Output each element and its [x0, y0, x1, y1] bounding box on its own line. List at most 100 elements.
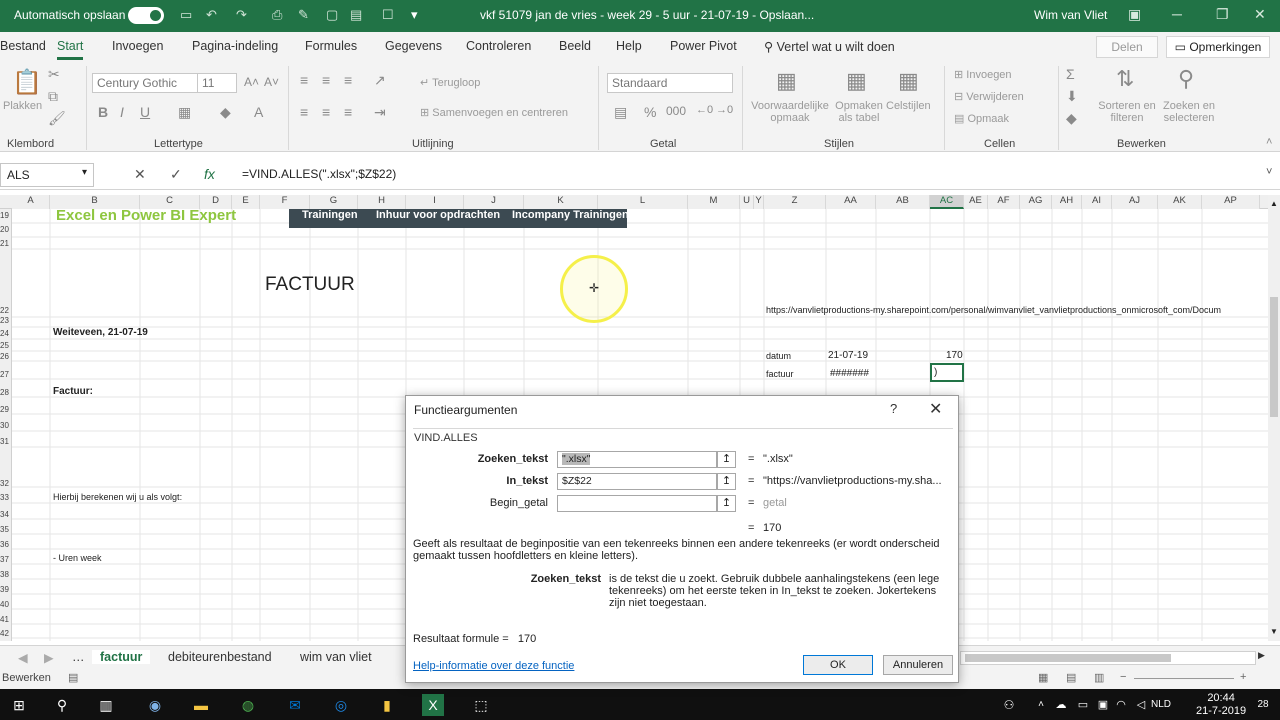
column-header[interactable]: U [740, 195, 754, 209]
language-indicator[interactable]: NLD [1148, 694, 1174, 716]
page-break-view-icon[interactable]: ▥ [1094, 671, 1104, 684]
row-header[interactable]: 25 [0, 341, 12, 350]
increase-decimal-icon[interactable]: ←0 [696, 104, 713, 116]
customize-qat-icon[interactable]: ▾ [411, 7, 418, 23]
row-header[interactable]: 32 [0, 479, 12, 488]
people-icon[interactable]: ⚇ [998, 694, 1020, 716]
row-header[interactable]: 21 [0, 239, 12, 248]
taskbar-app-icon[interactable]: ◉ [144, 694, 166, 716]
close-window-icon[interactable]: ✕ [1254, 6, 1266, 23]
hierbij-cell[interactable]: Hierbij berekenen wij u als volgt: [53, 492, 182, 502]
column-header[interactable]: J [464, 195, 524, 209]
italic-icon[interactable]: I [120, 104, 124, 120]
format-painter-qat-icon[interactable]: ✎ [298, 7, 309, 23]
tab-beeld[interactable]: Beeld [559, 39, 591, 53]
macro-record-icon[interactable]: ▤ [68, 671, 78, 684]
next-sheet-icon[interactable]: ▶ [44, 650, 54, 665]
minimize-icon[interactable]: ─ [1172, 6, 1182, 22]
row-header[interactable]: 28 [0, 388, 12, 397]
vertical-scroll-thumb[interactable] [1270, 297, 1278, 417]
column-header[interactable]: AG [1020, 195, 1052, 209]
tell-me-search[interactable]: ⚲ Vertel wat u wilt doen [764, 39, 895, 54]
copy-icon[interactable]: ⧉ [48, 88, 58, 105]
column-header[interactable]: L [598, 195, 688, 209]
delete-cells-button[interactable]: ⊟ Verwijderen [954, 90, 1024, 103]
column-header[interactable]: AC [930, 195, 964, 209]
windows-start-icon[interactable]: ⊞ [8, 694, 30, 716]
format-painter-icon[interactable]: 🖌 [48, 110, 66, 127]
column-header[interactable]: AA [826, 195, 876, 209]
chrome-icon[interactable]: ◍ [237, 694, 259, 716]
percent-icon[interactable]: % [644, 104, 656, 120]
scroll-down-icon[interactable]: ▼ [1270, 627, 1278, 636]
datum-label-cell[interactable]: datum [766, 351, 791, 361]
nav-item-inhuur[interactable]: Inhuur voor opdrachten [376, 209, 500, 221]
autosum-icon[interactable]: Σ [1066, 66, 1075, 82]
bold-icon[interactable]: B [98, 104, 108, 120]
sheet-tab-debiteurenbestand[interactable]: debiteurenbestand [168, 650, 272, 664]
find-select-label[interactable]: Zoeken en selecteren [1158, 100, 1220, 124]
taskbar-app2-icon[interactable]: ◎ [330, 694, 352, 716]
vertical-scrollbar[interactable]: ▲ ▼ [1268, 195, 1280, 641]
open-icon[interactable]: ▤ [350, 7, 362, 23]
comma-icon[interactable]: 000 [666, 104, 686, 118]
insert-cells-button[interactable]: ⊞ Invoegen [954, 68, 1012, 81]
conditional-format-label[interactable]: Voorwaardelijke opmaak [748, 100, 832, 124]
insert-function-icon[interactable]: fx [204, 166, 215, 182]
font-size-box[interactable]: 11 [197, 73, 237, 93]
format-cells-button[interactable]: ▤ Opmaak [954, 112, 1009, 125]
format-table-label[interactable]: Opmaken als tabel [830, 100, 888, 124]
column-header[interactable]: Y [754, 195, 764, 209]
format-table-icon[interactable]: ▦ [846, 68, 867, 94]
factuur-label-cell[interactable]: Factuur: [53, 386, 93, 397]
zoom-in-icon[interactable]: + [1240, 671, 1246, 683]
arg-input-in-tekst[interactable]: $Z$22 [557, 473, 717, 490]
horizontal-scrollbar[interactable] [960, 651, 1256, 665]
restore-icon[interactable]: ❐ [1216, 6, 1229, 23]
shrink-font-icon[interactable]: A˅ [264, 75, 279, 89]
user-name[interactable]: Wim van Vliet [1034, 8, 1107, 22]
collapse-arg-3-icon[interactable]: ↥ [717, 495, 736, 512]
column-header[interactable]: AJ [1112, 195, 1158, 209]
underline-icon[interactable]: U [140, 104, 150, 120]
tab-help[interactable]: Help [616, 39, 642, 53]
column-header[interactable]: K [524, 195, 598, 209]
cancel-entry-icon[interactable]: ✕ [134, 166, 146, 183]
row-header[interactable]: 33 [0, 493, 12, 502]
row-header[interactable]: 35 [0, 525, 12, 534]
column-header[interactable]: A [12, 195, 50, 209]
row-header[interactable]: 37 [0, 555, 12, 564]
autosave-toggle[interactable] [128, 7, 164, 24]
ok-button[interactable]: OK [803, 655, 873, 675]
power-bi-icon[interactable]: ▮ [376, 694, 398, 716]
sheet-tab-factuur[interactable]: factuur [92, 650, 151, 664]
datum-count-cell[interactable]: 170 [946, 350, 963, 361]
help-link[interactable]: Help-informatie over deze functie [413, 660, 574, 672]
ribbon-display-icon[interactable]: ▣ [1128, 6, 1141, 23]
align-bottom-icon[interactable]: ≡ [344, 72, 352, 88]
accounting-icon[interactable]: ▤ [614, 104, 627, 121]
font-name-box[interactable]: Century Gothic [92, 73, 198, 93]
conditional-format-icon[interactable]: ▦ [776, 68, 797, 94]
row-header[interactable]: 40 [0, 600, 12, 609]
wifi-icon[interactable]: ◠ [1110, 694, 1132, 716]
column-header[interactable]: AE [964, 195, 988, 209]
column-header[interactable]: M [688, 195, 740, 209]
active-cell-ac27[interactable]: ) [930, 363, 964, 382]
column-header[interactable]: H [358, 195, 406, 209]
column-header[interactable]: F [260, 195, 310, 209]
column-header[interactable]: AF [988, 195, 1020, 209]
column-header[interactable]: AK [1158, 195, 1202, 209]
battery-icon[interactable]: ▭ [1072, 694, 1094, 716]
tray-up-icon[interactable]: ˄ [1030, 694, 1052, 716]
number-format-box[interactable]: Standaard [607, 73, 733, 93]
tab-invoegen[interactable]: Invoegen [112, 39, 163, 53]
collapse-arg-2-icon[interactable]: ↥ [717, 473, 736, 490]
row-header[interactable]: 39 [0, 585, 12, 594]
zoom-out-icon[interactable]: − [1120, 671, 1126, 683]
scroll-up-icon[interactable]: ▲ [1270, 199, 1278, 208]
save-icon[interactable]: ▭ [180, 7, 192, 23]
column-header[interactable]: Z [764, 195, 826, 209]
column-header[interactable]: AH [1052, 195, 1082, 209]
scroll-right-icon[interactable]: ▶ [1258, 650, 1265, 661]
